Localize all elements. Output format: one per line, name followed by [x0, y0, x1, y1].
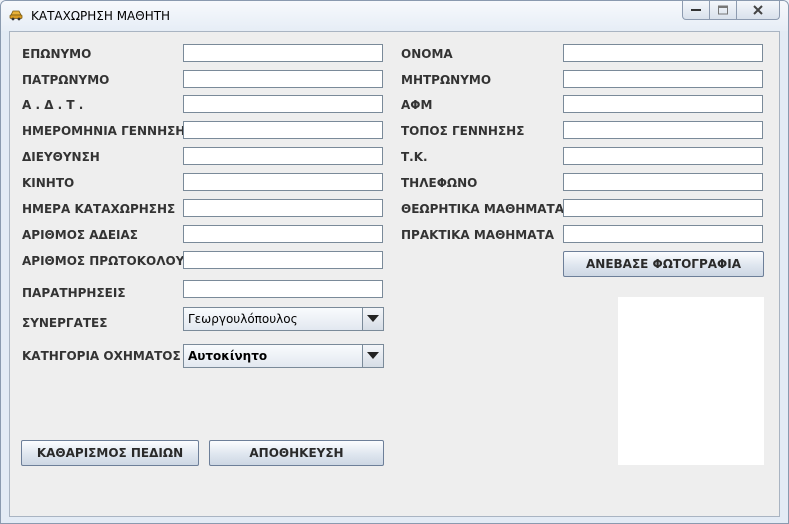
upload-photo-button[interactable]: ΑΝΕΒΑΣΕ ΦΩΤΟΓΡΑΦΙΑ: [563, 251, 764, 277]
birth-date-label: ΗΜΕΡΟΜΗΝΙΑ ΓΕΝΝΗΣΗΣ: [22, 124, 194, 138]
partners-dropdown-button[interactable]: [362, 308, 383, 330]
address-label: ΔΙΕΥΘΥΝΣΗ: [22, 150, 100, 164]
phone-label: ΤΗΛΕΦΩΝΟ: [401, 176, 478, 190]
practical-lessons-field[interactable]: [563, 225, 763, 243]
partners-label: ΣΥΝΕΡΓΑΤΕΣ: [22, 316, 108, 330]
license-number-field[interactable]: [183, 225, 383, 243]
chevron-down-icon: [367, 315, 379, 322]
close-button[interactable]: [737, 1, 780, 20]
birth-date-field[interactable]: [183, 121, 383, 139]
clear-fields-button[interactable]: ΚΑΘΑΡΙΣΜΟΣ ΠΕΔΙΩΝ: [21, 440, 199, 466]
surname-field[interactable]: [183, 44, 383, 62]
app-window: ΚΑΤΑΧΩΡΗΣΗ ΜΑΘΗΤΗ ΕΠΩΝΥΜΟ ΠΑΤΡΩΝΥΜΟ Α . …: [0, 0, 789, 524]
maximize-icon: [718, 5, 728, 15]
postal-code-label: Τ.Κ.: [401, 150, 428, 164]
first-name-label: ΟΝΟΜΑ: [401, 47, 453, 61]
form-panel: ΕΠΩΝΥΜΟ ΠΑΤΡΩΝΥΜΟ Α . Δ . Τ . ΗΜΕΡΟΜΗΝΙΑ…: [9, 31, 780, 517]
minimize-icon: [691, 9, 701, 11]
address-field[interactable]: [183, 147, 383, 165]
mobile-label: ΚΙΝΗΤΟ: [22, 176, 75, 190]
mobile-field[interactable]: [183, 173, 383, 191]
phone-field[interactable]: [563, 173, 763, 191]
registration-date-field[interactable]: [183, 199, 383, 217]
license-number-label: ΑΡΙΘΜΟΣ ΑΔΕΙΑΣ: [22, 228, 138, 242]
birth-place-field[interactable]: [563, 121, 763, 139]
window-controls: [682, 1, 780, 20]
father-name-field[interactable]: [183, 70, 383, 88]
tax-id-field[interactable]: [563, 95, 763, 113]
postal-code-field[interactable]: [563, 147, 763, 165]
chevron-down-icon: [367, 352, 379, 359]
surname-label: ΕΠΩΝΥΜΟ: [22, 47, 92, 61]
tax-id-label: ΑΦΜ: [401, 98, 433, 112]
title-bar[interactable]: ΚΑΤΑΧΩΡΗΣΗ ΜΑΘΗΤΗ: [1, 1, 788, 31]
id-card-field[interactable]: [183, 95, 383, 113]
window-title: ΚΑΤΑΧΩΡΗΣΗ ΜΑΘΗΤΗ: [31, 9, 171, 23]
vehicle-category-dropdown-button[interactable]: [362, 345, 383, 367]
notes-label: ΠΑΡΑΤΗΡΗΣΕΙΣ: [22, 286, 126, 300]
vehicle-category-select[interactable]: Αυτοκίνητο: [183, 344, 384, 368]
protocol-number-label: ΑΡΙΘΜΟΣ ΠΡΩΤΟΚΟΛΟΥ: [22, 254, 185, 268]
vehicle-category-selected-value: Αυτοκίνητο: [188, 349, 268, 363]
notes-field[interactable]: [183, 280, 383, 298]
id-card-label: Α . Δ . Τ .: [22, 98, 84, 112]
father-name-label: ΠΑΤΡΩΝΥΜΟ: [22, 73, 110, 87]
registration-date-label: ΗΜΕΡΑ ΚΑΤΑΧΩΡΗΣΗΣ: [22, 202, 176, 216]
vehicle-category-label: ΚΑΤΗΓΟΡΙΑ ΟΧΗΜΑΤΟΣ: [22, 349, 181, 363]
close-icon: [753, 5, 763, 15]
mother-name-field[interactable]: [563, 70, 763, 88]
practical-lessons-label: ΠΡΑΚΤΙΚΑ ΜΑΘΗΜΑΤΑ: [401, 228, 555, 242]
theory-lessons-field[interactable]: [563, 199, 763, 217]
photo-preview: [618, 297, 764, 465]
car-icon: [9, 9, 23, 21]
protocol-number-field[interactable]: [183, 251, 383, 269]
maximize-button[interactable]: [710, 1, 737, 20]
partners-select[interactable]: Γεωργουλόπουλος: [183, 307, 384, 331]
mother-name-label: ΜΗΤΡΩΝΥΜΟ: [401, 73, 492, 87]
first-name-field[interactable]: [563, 44, 763, 62]
minimize-button[interactable]: [682, 1, 710, 20]
save-button[interactable]: ΑΠΟΘΗΚΕΥΣΗ: [209, 440, 384, 466]
birth-place-label: ΤΟΠΟΣ ΓΕΝΝΗΣΗΣ: [401, 124, 525, 138]
theory-lessons-label: ΘΕΩΡΗΤΙΚΑ ΜΑΘΗΜΑΤΑ: [401, 202, 565, 216]
partners-selected-value: Γεωργουλόπουλος: [188, 312, 298, 326]
